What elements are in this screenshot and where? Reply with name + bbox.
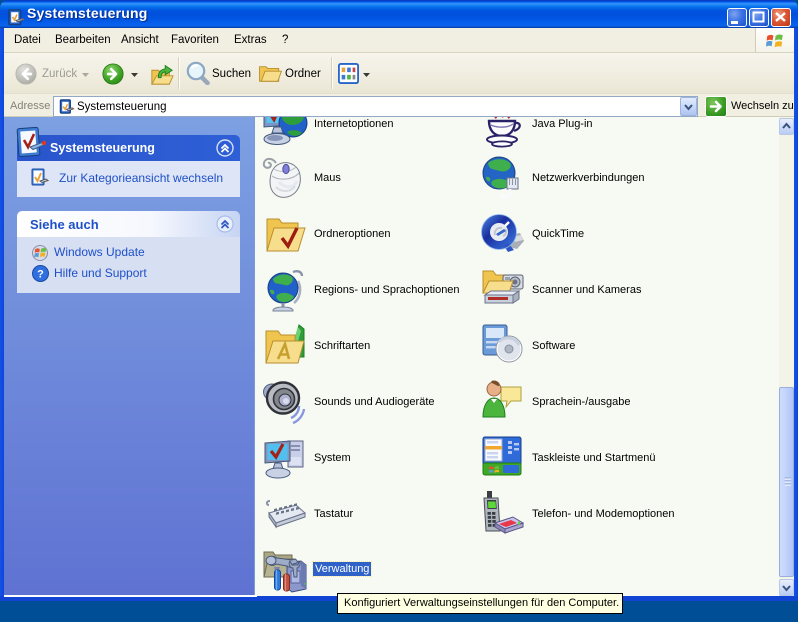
svg-text:?: ? — [37, 269, 44, 281]
